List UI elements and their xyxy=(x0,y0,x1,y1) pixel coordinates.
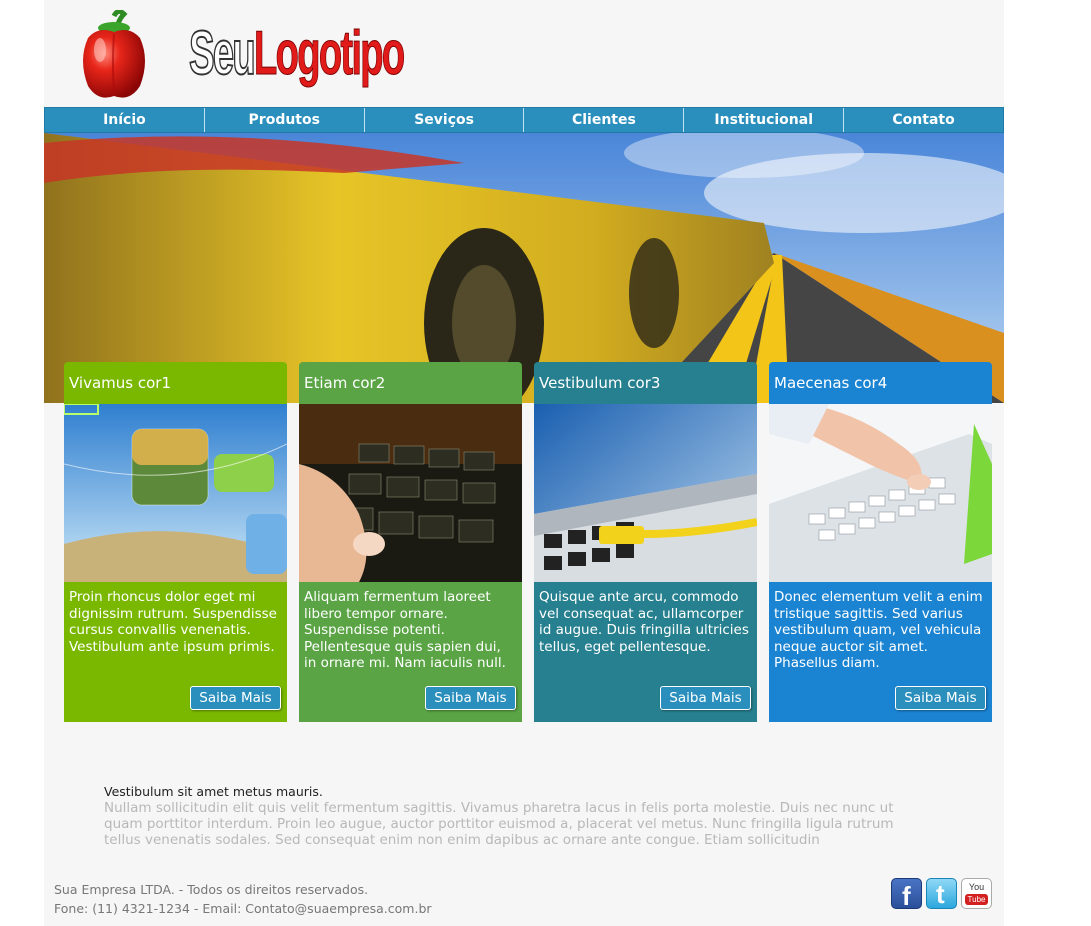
nav-item-servicos[interactable]: Seviços xyxy=(365,108,525,132)
logo-text-seu: Seu xyxy=(188,18,256,89)
nav-item-contato[interactable]: Contato xyxy=(844,108,1003,132)
nav-item-inicio[interactable]: Início xyxy=(45,108,205,132)
main-navigation: Início Produtos Seviços Clientes Institu… xyxy=(44,107,1004,133)
footer-contact: Fone: (11) 4321-1234 - Email: Contato@su… xyxy=(54,901,432,916)
youtube-label-you: You xyxy=(968,882,985,892)
article-section: Vestibulum sit amet metus mauris. Nullam… xyxy=(104,784,934,848)
card-image-keyboard xyxy=(299,404,522,582)
card-title: Maecenas cor4 xyxy=(769,362,992,404)
footer-copyright: Sua Empresa LTDA. - Todos os direitos re… xyxy=(54,882,369,897)
saiba-mais-button-3[interactable]: Saiba Mais xyxy=(660,686,751,710)
article-body: Nullam sollicitudin elit quis velit ferm… xyxy=(104,800,894,848)
saiba-mais-button-4[interactable]: Saiba Mais xyxy=(895,686,986,710)
feature-card-3: Vestibulum cor3 Quisque ante arcu, commo… xyxy=(534,362,757,722)
card-description: Quisque ante arcu, commodo vel consequat… xyxy=(534,582,757,682)
facebook-icon[interactable]: f xyxy=(891,878,922,911)
card-title: Vivamus cor1 xyxy=(64,362,287,404)
nav-item-produtos[interactable]: Produtos xyxy=(205,108,365,132)
saiba-mais-button-2[interactable]: Saiba Mais xyxy=(425,686,516,710)
youtube-label-tube: Tube xyxy=(965,894,988,905)
card-image-network-switch xyxy=(534,404,757,582)
saiba-mais-button-1[interactable]: Saiba Mais xyxy=(190,686,281,710)
footer: Sua Empresa LTDA. - Todos os direitos re… xyxy=(54,880,432,918)
twitter-glyph: t xyxy=(936,879,945,909)
nav-item-clientes[interactable]: Clientes xyxy=(524,108,685,132)
facebook-glyph: f xyxy=(902,881,911,911)
site-logo[interactable]: SeuLogotipo xyxy=(74,10,406,105)
youtube-icon[interactable]: You Tube xyxy=(961,878,992,909)
card-title: Vestibulum cor3 xyxy=(534,362,757,404)
card-description: Proin rhoncus dolor eget mi dignissim ru… xyxy=(64,582,287,682)
feature-card-2: Etiam cor2 Aliquam fermentum laoreet lib… xyxy=(299,362,522,722)
card-description: Aliquam fermentum laoreet libero tempor … xyxy=(299,582,522,682)
logo-text: SeuLogotipo xyxy=(188,18,406,89)
feature-card-4: Maecenas cor4 Donec elementum velit a en… xyxy=(769,362,992,722)
pepper-logo-icon xyxy=(83,10,145,98)
logo-text-logotipo: Logotipo xyxy=(253,19,406,89)
page: SeuLogotipo Início Produtos Seviços Clie… xyxy=(44,0,1004,926)
feature-card-1: Vivamus cor1 Proin rhoncus dolor eget mi… xyxy=(64,362,287,722)
card-image-laptop-typing xyxy=(769,404,992,582)
card-title: Etiam cor2 xyxy=(299,362,522,404)
card-description: Donec elementum velit a enim tristique s… xyxy=(769,582,992,682)
twitter-icon[interactable]: t xyxy=(926,878,957,909)
nav-item-institucional[interactable]: Institucional xyxy=(684,108,845,132)
card-image-nature-collage xyxy=(64,404,287,582)
article-title: Vestibulum sit amet metus mauris. xyxy=(104,784,323,799)
